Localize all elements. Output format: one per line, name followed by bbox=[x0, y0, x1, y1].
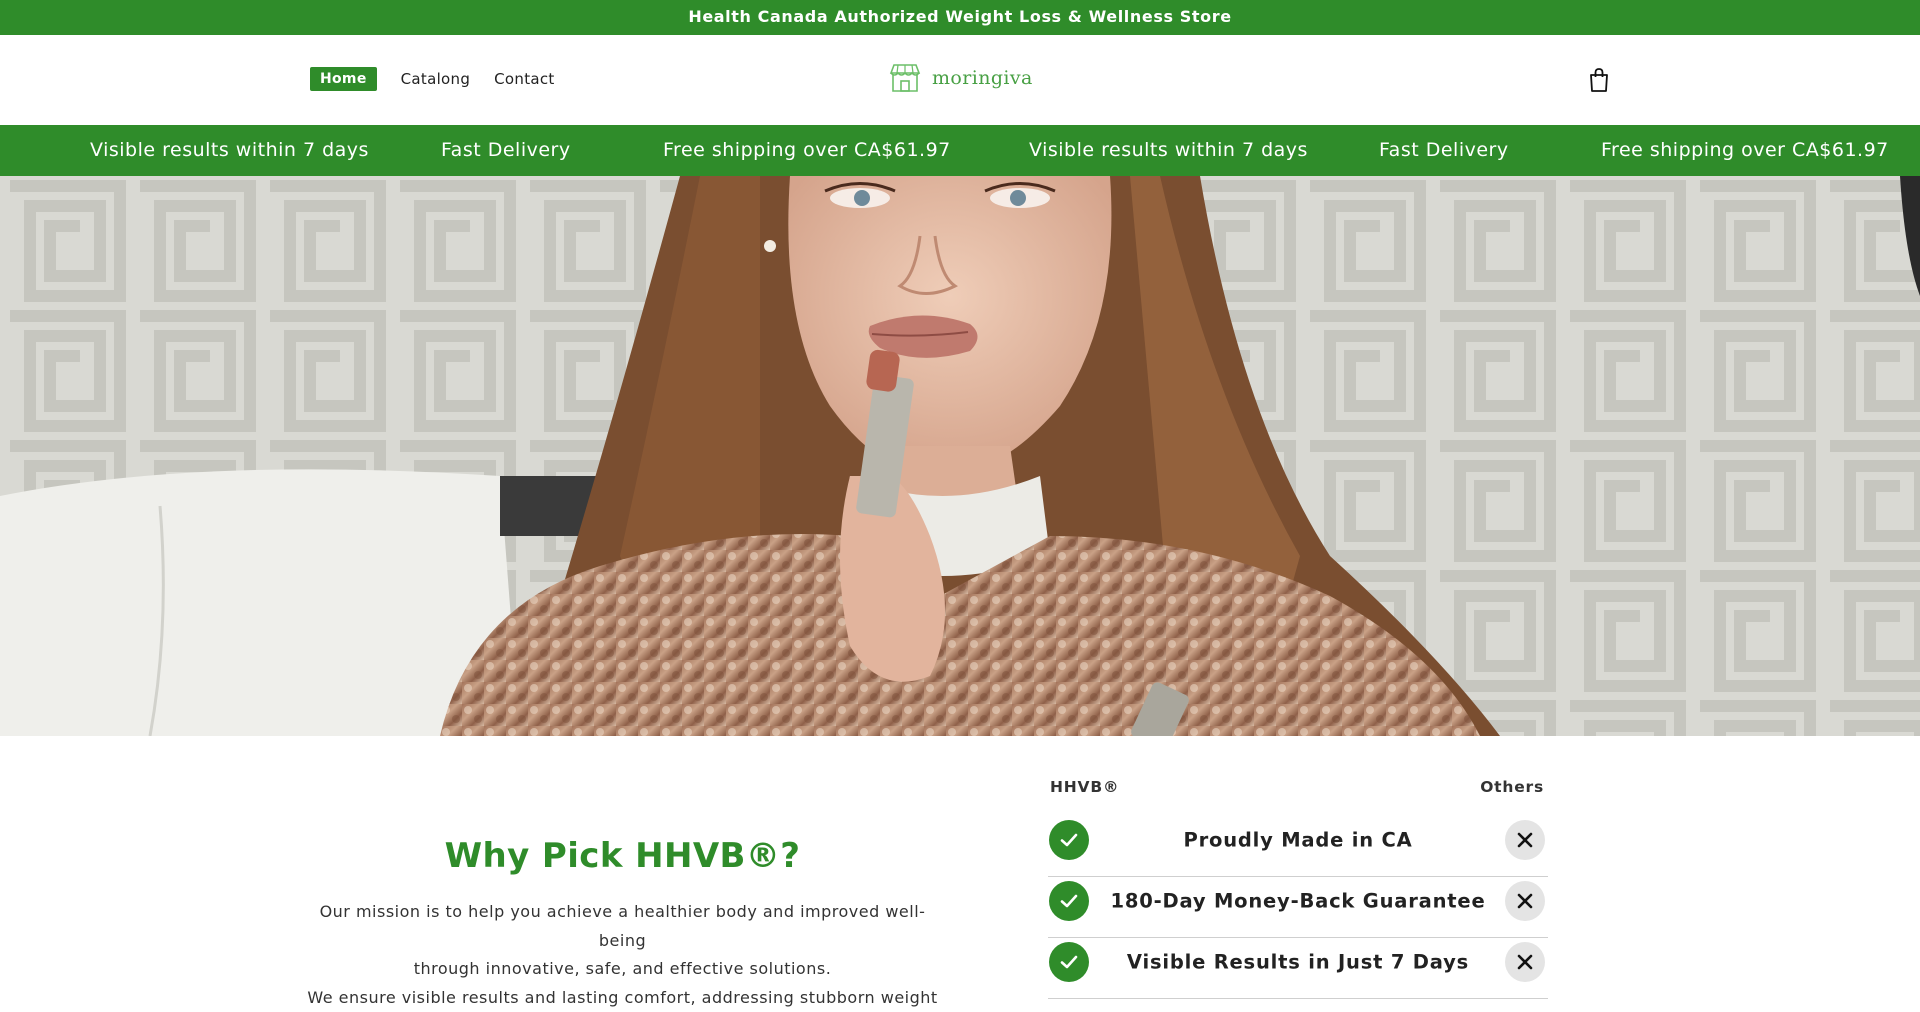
comparison-row: Proudly Made in CA bbox=[1048, 816, 1548, 877]
nav-home-link[interactable]: Home bbox=[310, 67, 377, 91]
comparison-right-header: Others bbox=[1480, 778, 1544, 796]
checkmark-icon bbox=[1049, 820, 1089, 860]
main-nav: Home Catalong Contact bbox=[310, 67, 579, 91]
comparison-feature: Visible Results in Just 7 Days bbox=[1126, 950, 1470, 974]
cart-button[interactable] bbox=[1588, 67, 1610, 93]
comparison-left-header: HHVB® bbox=[1050, 778, 1120, 796]
comparison-header: HHVB® Others bbox=[1048, 776, 1548, 816]
benefit-item: Free shipping over CA$61.97 bbox=[1601, 139, 1889, 161]
nav-contact-link[interactable]: Contact bbox=[494, 70, 554, 88]
woman-applying-lipstick-photo bbox=[0, 176, 1920, 736]
site-header: Home Catalong Contact moringiva bbox=[0, 35, 1920, 125]
comparison-feature: 180-Day Money-Back Guarantee bbox=[1110, 889, 1486, 913]
announcement-text: Health Canada Authorized Weight Loss & W… bbox=[688, 7, 1232, 26]
why-line: We ensure visible results and lasting co… bbox=[307, 987, 938, 1007]
announcement-bar: Health Canada Authorized Weight Loss & W… bbox=[0, 0, 1920, 35]
close-icon bbox=[1505, 820, 1545, 860]
nav-catalog-link[interactable]: Catalong bbox=[401, 70, 471, 88]
benefit-item: Visible results within 7 days bbox=[1029, 139, 1308, 161]
hero-image bbox=[0, 176, 1920, 736]
comparison-table: HHVB® Others Proudly Made in CA 180-Day … bbox=[1048, 776, 1548, 999]
benefits-ticker: Visible results within 7 days Fast Deliv… bbox=[0, 125, 1920, 176]
comparison-feature: Proudly Made in CA bbox=[1183, 828, 1413, 852]
why-description: Our mission is to help you achieve a hea… bbox=[300, 898, 945, 1012]
brand-name: moringiva bbox=[932, 67, 1033, 89]
benefit-item: Visible results within 7 days bbox=[90, 139, 369, 161]
comparison-row: Visible Results in Just 7 Days bbox=[1048, 938, 1548, 999]
checkmark-icon bbox=[1049, 942, 1089, 982]
brand-logo[interactable]: moringiva bbox=[888, 63, 1033, 93]
benefit-item: Fast Delivery bbox=[1379, 139, 1509, 161]
benefit-item: Fast Delivery bbox=[441, 139, 571, 161]
why-title: Why Pick HHVB®? bbox=[444, 836, 801, 876]
comparison-row: 180-Day Money-Back Guarantee bbox=[1048, 877, 1548, 938]
shopping-bag-icon bbox=[1590, 68, 1608, 92]
why-line: Our mission is to help you achieve a hea… bbox=[319, 902, 926, 950]
storefront-icon bbox=[889, 64, 921, 92]
why-line: through innovative, safe, and effective … bbox=[413, 959, 832, 978]
close-icon bbox=[1505, 881, 1545, 921]
checkmark-icon bbox=[1049, 881, 1089, 921]
close-icon bbox=[1505, 942, 1545, 982]
benefit-item: Free shipping over CA$61.97 bbox=[663, 139, 951, 161]
why-section: Why Pick HHVB®? Our mission is to help y… bbox=[300, 836, 945, 1012]
